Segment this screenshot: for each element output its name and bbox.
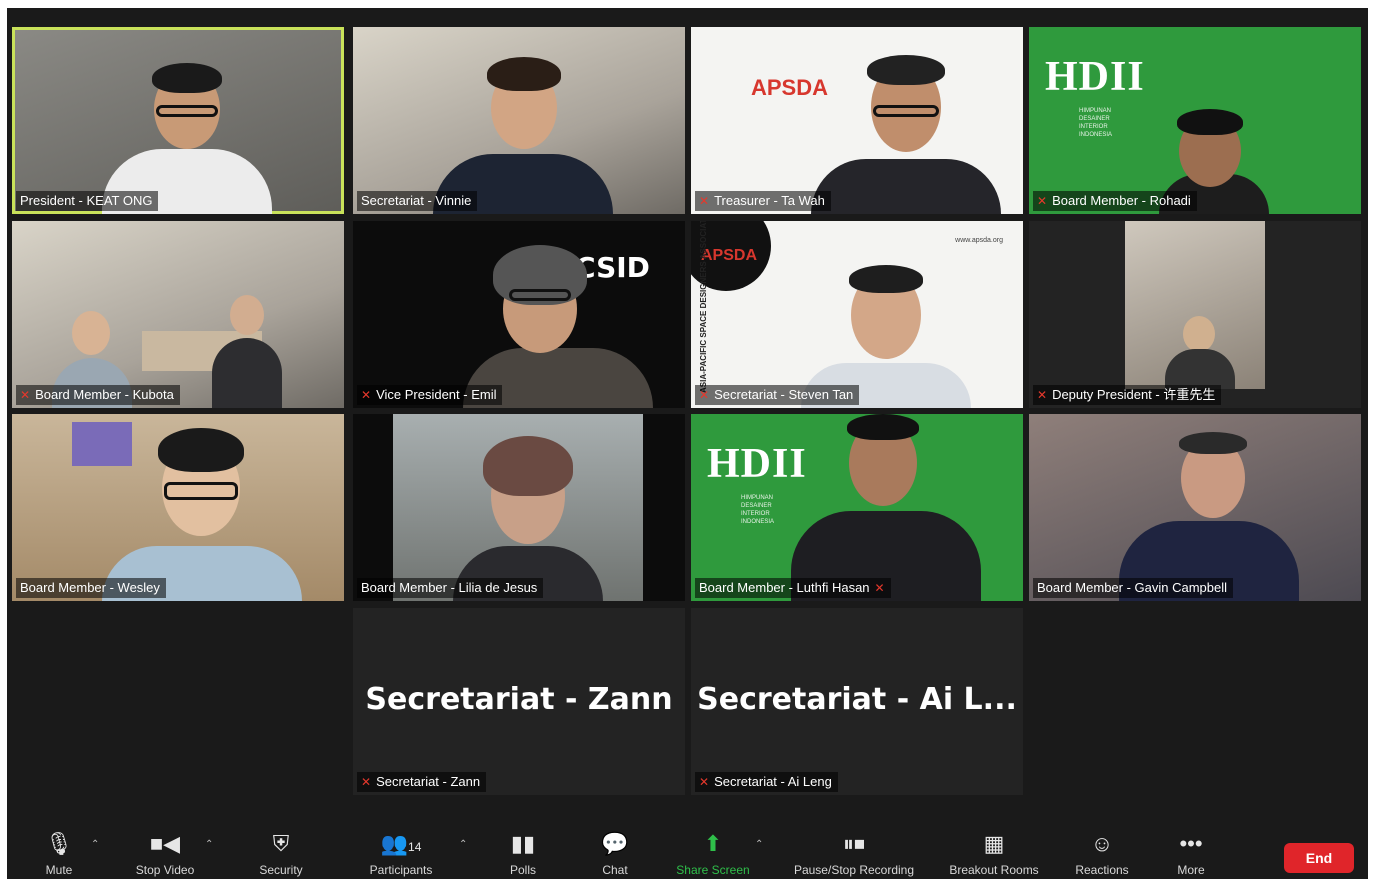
audio-options-caret[interactable]: ⌃ xyxy=(91,839,99,850)
end-meeting-button[interactable]: End xyxy=(1284,843,1354,873)
video-tile-deputy-president[interactable]: ✕ Deputy President - 许重先生 xyxy=(1029,221,1361,408)
mic-muted-icon: ✕ xyxy=(699,388,710,402)
participant-name-tag: ✕ Secretariat - Ai Leng xyxy=(695,772,838,792)
chat-bubble-icon: 💬 xyxy=(601,831,629,856)
stop-video-button[interactable]: ■◀ Stop Video xyxy=(125,831,205,877)
video-tile-kubota[interactable]: ✕ Board Member - Kubota xyxy=(12,221,344,408)
participant-name-tag: Board Member - Gavin Campbell xyxy=(1033,578,1234,598)
mic-muted-icon: ✕ xyxy=(361,775,372,789)
video-tile-luthfi[interactable]: HDII HIMPUNAN DESAINER INTERIOR INDONESI… xyxy=(691,414,1023,601)
video-tile-emil[interactable]: CSID ✕ Vice President - Emil xyxy=(353,221,685,408)
pause-stop-icon: ⏸⏹ xyxy=(842,831,865,856)
participants-count: 14 xyxy=(408,840,422,854)
participant-name-tag: Board Member - Wesley xyxy=(16,578,166,598)
participant-name-tag: Board Member - Lilia de Jesus xyxy=(357,578,544,598)
mic-muted-icon: ✕ xyxy=(699,775,710,789)
participant-display-name: Secretariat - Ai L... xyxy=(697,682,1017,717)
mic-muted-icon: ✕ xyxy=(20,388,31,402)
video-tile-ta-wah[interactable]: APSDA ✕ Treasurer - Ta Wah xyxy=(691,27,1023,214)
video-tile-ai-leng[interactable]: Secretariat - Ai L... ✕ Secretariat - Ai … xyxy=(691,608,1023,795)
share-arrow-icon: ⬆ xyxy=(703,831,723,856)
hdii-subtitle: HIMPUNAN DESAINER INTERIOR INDONESIA xyxy=(1079,108,1113,138)
apsda-vertical-text: ASIA-PACIFIC SPACE DESIGNERS ASSOCIATION xyxy=(699,221,708,393)
participants-options-caret[interactable]: ⌃ xyxy=(459,839,467,850)
mic-muted-icon: ✕ xyxy=(874,581,885,595)
participant-name-tag: ✕ Board Member - Rohadi xyxy=(1033,191,1197,211)
participant-name-tag: ✕ Deputy President - 许重先生 xyxy=(1033,385,1222,405)
share-screen-button[interactable]: ⬆ Share Screen xyxy=(671,831,755,877)
video-tile-keat-ong[interactable]: President - KEAT ONG xyxy=(12,27,344,214)
mic-muted-icon: ✕ xyxy=(699,194,710,208)
microphone-icon: 🎙 xyxy=(45,831,73,856)
video-options-caret[interactable]: ⌃ xyxy=(205,839,213,850)
participant-name-tag: ✕ Treasurer - Ta Wah xyxy=(695,191,831,211)
share-options-caret[interactable]: ⌃ xyxy=(755,839,763,850)
reactions-button[interactable]: ☺ Reactions xyxy=(1065,831,1139,877)
breakout-rooms-button[interactable]: ▦ Breakout Rooms xyxy=(939,831,1049,877)
mic-muted-icon: ✕ xyxy=(361,388,372,402)
video-tile-gavin[interactable]: Board Member - Gavin Campbell xyxy=(1029,414,1361,601)
security-button[interactable]: ⛨ Security xyxy=(251,831,311,877)
participant-name-tag: Board Member - Luthfi Hasan ✕ xyxy=(695,578,891,598)
video-tile-steven-tan[interactable]: APSDA www.apsda.org ASIA-PACIFIC SPACE D… xyxy=(691,221,1023,408)
zoom-meeting-window: President - KEAT ONG Secretariat - Vinni… xyxy=(7,8,1368,879)
chat-button[interactable]: 💬 Chat xyxy=(593,831,637,877)
participants-icon: 👥14 xyxy=(380,831,422,856)
ellipsis-icon: ••• xyxy=(1179,831,1203,856)
participant-name-tag: ✕ Secretariat - Zann xyxy=(357,772,487,792)
polls-button[interactable]: ▮▮ Polls xyxy=(501,831,545,877)
participant-name-tag: Secretariat - Vinnie xyxy=(357,191,478,211)
shield-icon: ⛨ xyxy=(272,831,290,856)
pause-stop-recording-button[interactable]: ⏸⏹ Pause/Stop Recording xyxy=(781,831,927,877)
mic-muted-icon: ✕ xyxy=(1037,194,1048,208)
video-camera-icon: ■◀ xyxy=(149,831,181,856)
apsda-logo: APSDA xyxy=(701,247,758,264)
video-tile-zann[interactable]: Secretariat - Zann ✕ Secretariat - Zann xyxy=(353,608,685,795)
mute-button[interactable]: 🎙 Mute xyxy=(37,831,81,877)
mic-muted-icon: ✕ xyxy=(1037,388,1048,402)
meeting-toolbar: 🎙 Mute ⌃ ■◀ Stop Video ⌃ ⛨ Security 👥14 Part… xyxy=(7,819,1368,879)
more-button[interactable]: ••• More xyxy=(1169,831,1213,877)
video-tile-lilia[interactable]: Board Member - Lilia de Jesus xyxy=(353,414,685,601)
participant-name-tag: ✕ Board Member - Kubota xyxy=(16,385,180,405)
video-tile-vinnie[interactable]: Secretariat - Vinnie xyxy=(353,27,685,214)
hdii-logo: HDII xyxy=(1045,54,1145,100)
smiley-icon: ☺ xyxy=(1090,831,1114,856)
hdii-subtitle: HIMPUNAN DESAINER INTERIOR INDONESIA xyxy=(741,495,775,525)
participant-name-tag: ✕ Vice President - Emil xyxy=(357,385,503,405)
grid-icon: ▦ xyxy=(983,831,1005,856)
video-tile-wesley[interactable]: Board Member - Wesley xyxy=(12,414,344,601)
participants-button[interactable]: 👥14 Participants xyxy=(359,831,443,877)
participant-display-name: Secretariat - Zann xyxy=(365,682,673,717)
video-tile-rohadi[interactable]: HDII HIMPUNAN DESAINER INTERIOR INDONESI… xyxy=(1029,27,1361,214)
participant-name-tag: ✕ Secretariat - Steven Tan xyxy=(695,385,860,405)
bar-chart-icon: ▮▮ xyxy=(510,831,536,856)
participant-name-tag: President - KEAT ONG xyxy=(16,191,159,211)
